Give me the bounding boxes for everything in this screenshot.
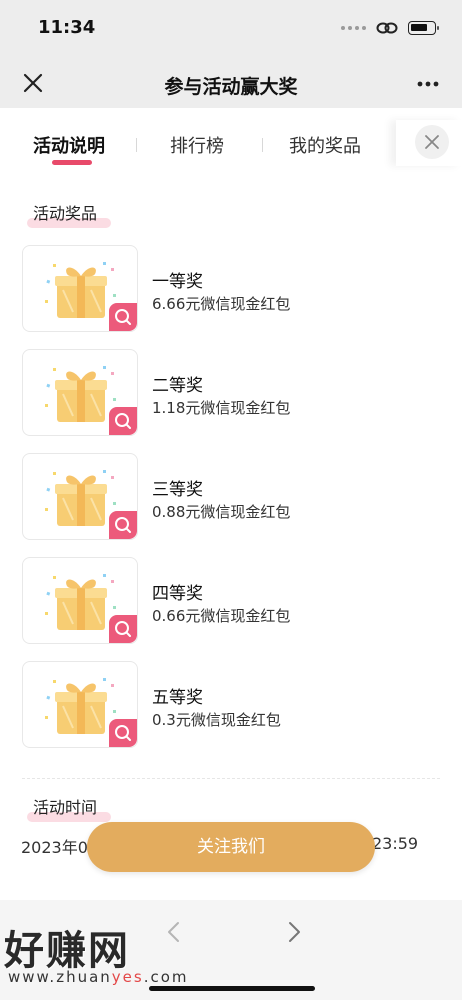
search-icon xyxy=(115,309,131,325)
search-icon xyxy=(115,621,131,637)
prize-desc: 1.18元微信现金红包 xyxy=(152,399,291,417)
gift-icon xyxy=(45,366,116,422)
tab-leaderboard[interactable]: 排行榜 xyxy=(170,132,224,158)
search-icon xyxy=(115,517,131,533)
prize-card[interactable] xyxy=(22,453,138,540)
tab-my-prizes[interactable]: 我的奖品 xyxy=(289,132,361,158)
signal-dots-icon xyxy=(341,26,366,30)
more-icon[interactable] xyxy=(416,72,440,96)
tab-close-wrap xyxy=(396,120,462,166)
activity-time-start: 2023年0 xyxy=(21,838,88,857)
prize-card[interactable] xyxy=(22,349,138,436)
watermark-url-highlight: yes xyxy=(111,968,144,986)
time-section-title: 活动时间 xyxy=(27,794,111,822)
section-title-text: 活动奖品 xyxy=(33,204,98,223)
back-icon[interactable] xyxy=(164,920,184,944)
close-icon xyxy=(425,135,439,149)
prize-desc: 0.66元微信现金红包 xyxy=(152,607,291,625)
activity-time-end: 23:59 xyxy=(372,834,419,853)
status-time: 11:34 xyxy=(38,17,96,38)
prize-name: 五等奖 xyxy=(152,688,203,708)
preview-badge[interactable] xyxy=(109,407,137,435)
prize-card[interactable] xyxy=(22,557,138,644)
gift-image xyxy=(43,468,119,534)
nav-bar: 参与活动赢大奖 xyxy=(0,60,462,108)
gift-icon xyxy=(45,262,116,318)
prize-card[interactable] xyxy=(22,661,138,748)
gift-image xyxy=(43,572,119,638)
tab-divider xyxy=(136,138,137,152)
watermark-url: www.zhuanyes.com xyxy=(8,968,189,986)
tab-bar: 活动说明 排行榜 我的奖品 xyxy=(0,108,462,178)
prize-desc: 0.3元微信现金红包 xyxy=(152,711,281,729)
tab-divider xyxy=(262,138,263,152)
gift-icon xyxy=(45,470,116,526)
forward-icon[interactable] xyxy=(284,920,304,944)
watermark-url-suffix: .com xyxy=(143,968,189,986)
tab-activity-info[interactable]: 活动说明 xyxy=(33,132,105,158)
prize-desc: 6.66元微信现金红包 xyxy=(152,295,291,313)
gift-image xyxy=(43,260,119,326)
prizes-section-title: 活动奖品 xyxy=(27,200,111,228)
preview-badge[interactable] xyxy=(109,511,137,539)
watermark-url-prefix: www.zhuan xyxy=(8,968,112,986)
page-title: 参与活动赢大奖 xyxy=(164,76,298,98)
prize-name: 二等奖 xyxy=(152,376,203,396)
preview-badge[interactable] xyxy=(109,719,137,747)
home-indicator xyxy=(149,986,315,991)
search-icon xyxy=(115,725,131,741)
prize-name: 一等奖 xyxy=(152,272,203,292)
gift-icon xyxy=(45,678,116,734)
gift-image xyxy=(43,364,119,430)
tab-active-indicator xyxy=(52,160,92,165)
follow-us-button[interactable]: 关注我们 xyxy=(87,822,375,872)
status-bar: 11:34 xyxy=(0,0,462,60)
section-divider xyxy=(22,778,440,779)
prize-name: 四等奖 xyxy=(152,584,203,604)
battery-icon xyxy=(408,21,439,35)
link-icon xyxy=(376,22,398,34)
gift-image xyxy=(43,676,119,742)
preview-badge[interactable] xyxy=(109,303,137,331)
tab-close-button[interactable] xyxy=(415,125,449,159)
prize-name: 三等奖 xyxy=(152,480,203,500)
status-icons xyxy=(341,20,439,36)
gift-icon xyxy=(45,574,116,630)
preview-badge[interactable] xyxy=(109,615,137,643)
search-icon xyxy=(115,413,131,429)
section-title-text: 活动时间 xyxy=(33,798,98,817)
prize-desc: 0.88元微信现金红包 xyxy=(152,503,291,521)
prize-card[interactable] xyxy=(22,245,138,332)
